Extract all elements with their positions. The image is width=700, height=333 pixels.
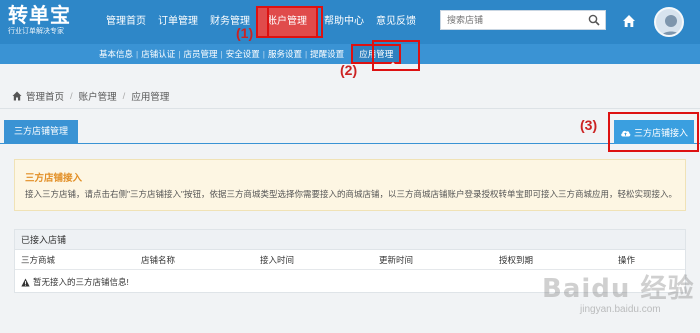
- nav-item-orders[interactable]: 订单管理: [152, 6, 204, 38]
- nav-item-help[interactable]: 帮助中心: [318, 6, 370, 38]
- highlight-box-2: [372, 40, 420, 71]
- logo-subtitle: 行业订单解决专家: [8, 28, 64, 35]
- subnav-item-reminder[interactable]: 提醒设置: [307, 44, 347, 64]
- subnav-item-basic-info[interactable]: 基本信息: [96, 44, 136, 64]
- sub-navbar: 基本信息 | 店铺认证 | 店员管理 | 安全设置 | 服务设置 | 提醒设置 …: [0, 44, 700, 64]
- notice-body: 接入三方店铺，请点击右侧"三方店铺接入"按钮，依据三方商城类型选择你需要接入的商…: [25, 189, 678, 199]
- info-notice: 三方店铺接入 接入三方店铺，请点击右侧"三方店铺接入"按钮，依据三方商城类型选择…: [14, 159, 686, 211]
- search-icon[interactable]: [588, 14, 600, 26]
- table-header: 三方商城 店铺名称 接入时间 更新时间 授权到期 操作: [15, 250, 685, 270]
- tab-underline: [0, 143, 700, 144]
- column-header-store-name: 店铺名称: [141, 255, 176, 265]
- user-icon: [661, 15, 681, 35]
- watermark: Baidu 经验 jingyan.baidu.com: [520, 268, 693, 328]
- breadcrumb-separator: /: [122, 90, 126, 102]
- column-header-auth-expiry: 授权到期: [499, 255, 534, 265]
- panel-title: 已接入店铺: [15, 230, 685, 250]
- column-header-actions: 操作: [618, 255, 636, 265]
- subnav-item-security[interactable]: 安全设置: [223, 44, 263, 64]
- annotation-marker-2: (2): [340, 62, 358, 78]
- subnav-item-staff[interactable]: 店员管理: [180, 44, 220, 64]
- breadcrumb-item-home[interactable]: 管理首页: [26, 89, 64, 103]
- column-header-update-time: 更新时间: [379, 255, 414, 265]
- subnav-item-service[interactable]: 服务设置: [265, 44, 305, 64]
- annotation-marker-1: (1): [236, 25, 254, 41]
- logo-title: 转单宝: [8, 5, 71, 27]
- notice-title: 三方店铺接入: [25, 173, 83, 184]
- warning-icon: [21, 277, 30, 286]
- empty-message-text: 暂无接入的三方店铺信息!: [33, 277, 129, 287]
- avatar[interactable]: [654, 7, 684, 37]
- search-input[interactable]: [441, 11, 586, 29]
- breadcrumb-item-current: 应用管理: [131, 92, 170, 103]
- nav-item-feedback[interactable]: 意见反馈: [370, 6, 422, 38]
- column-header-mall: 三方商城: [21, 255, 56, 265]
- annotation-marker-3: (3): [580, 117, 598, 133]
- watermark-logo: Baidu 经验: [542, 274, 695, 304]
- main-nav: 管理首页 订单管理 财务管理 账户管理 帮助中心 意见反馈: [100, 6, 422, 38]
- subnav-item-store-verification[interactable]: 店铺认证: [138, 44, 178, 64]
- search-box: [440, 10, 606, 30]
- empty-table-message: 暂无接入的三方店铺信息!: [21, 276, 129, 288]
- logo[interactable]: 转单宝 行业订单解决专家: [8, 5, 71, 37]
- breadcrumb-separator: /: [70, 90, 73, 102]
- home-icon: [12, 91, 22, 101]
- tab-third-party-stores[interactable]: 三方店铺管理: [4, 120, 79, 143]
- highlight-box-1: [267, 6, 323, 38]
- top-navbar: 转单宝 行业订单解决专家 管理首页 订单管理 财务管理 账户管理 帮助中心 意见…: [0, 0, 700, 44]
- home-icon[interactable]: [622, 14, 636, 28]
- column-header-connect-time: 接入时间: [260, 255, 295, 265]
- divider: [0, 108, 700, 109]
- highlight-box-3: [608, 112, 699, 152]
- breadcrumb: 管理首页 / 账户管理 / 应用管理: [12, 89, 169, 103]
- nav-item-home[interactable]: 管理首页: [100, 6, 152, 38]
- breadcrumb-item-account[interactable]: 账户管理: [79, 89, 117, 103]
- watermark-url: jingyan.baidu.com: [580, 304, 661, 315]
